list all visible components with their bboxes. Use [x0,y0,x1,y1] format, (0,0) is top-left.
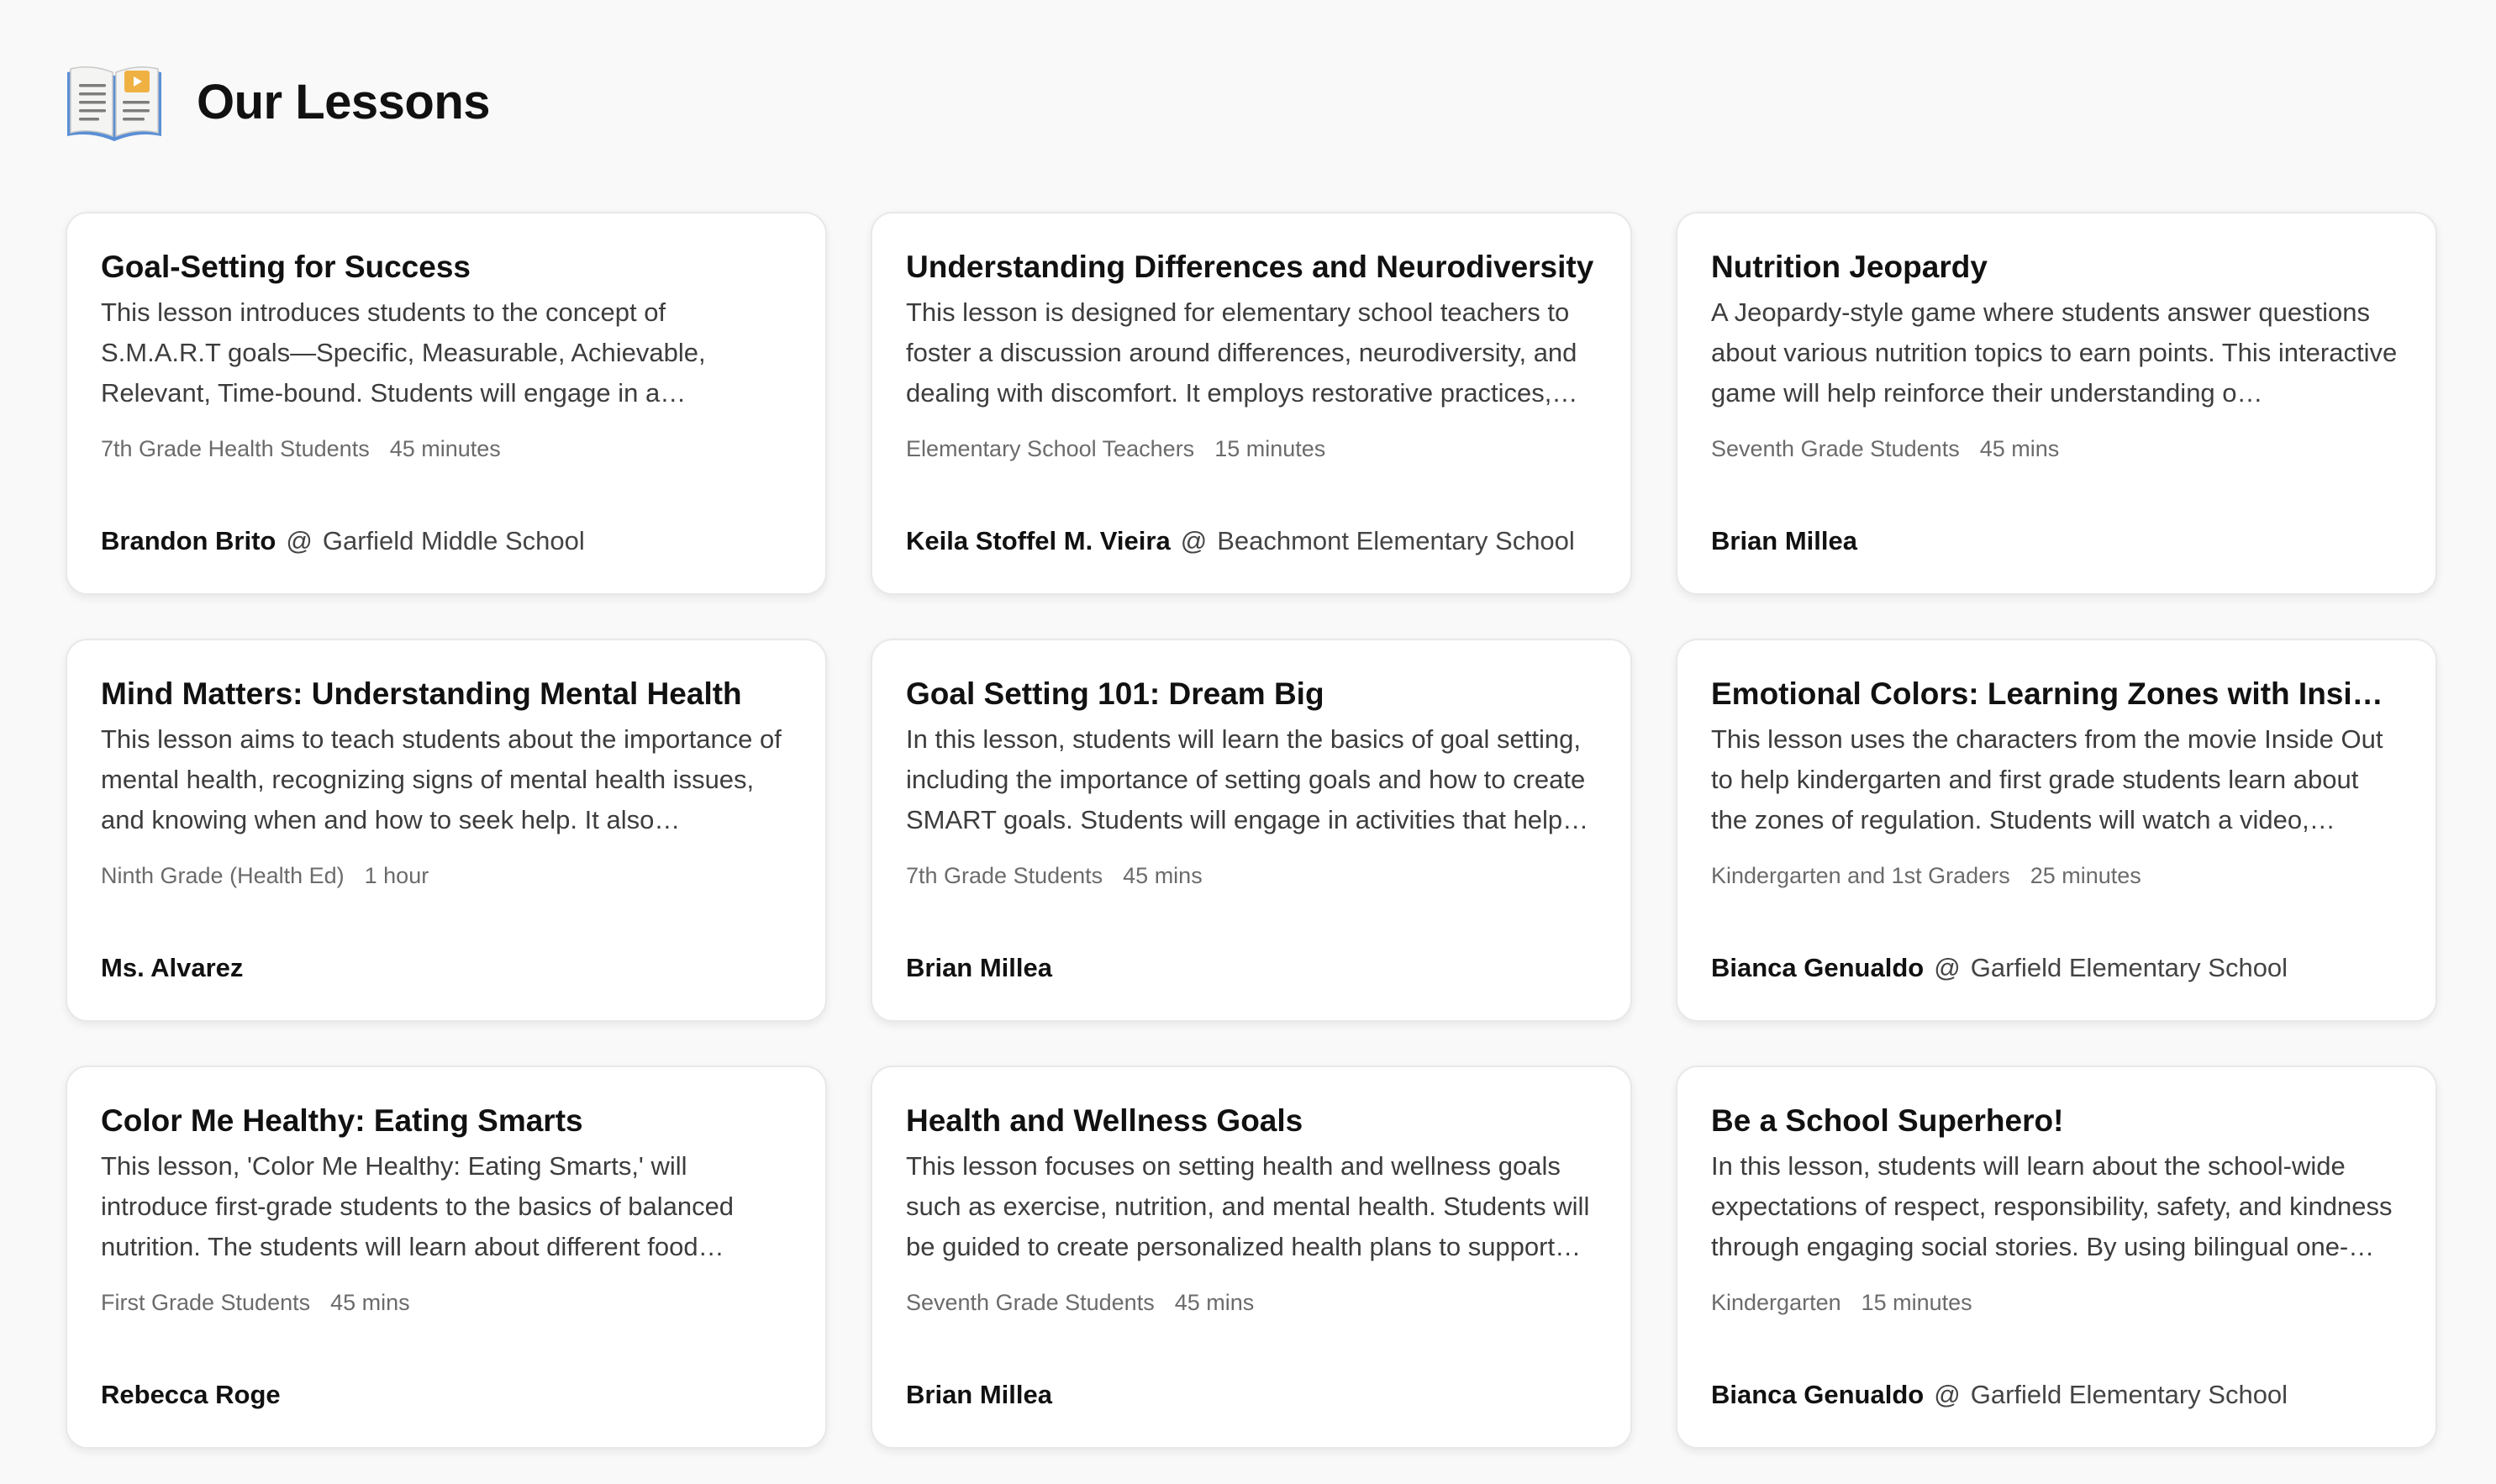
lesson-card[interactable]: Mind Matters: Understanding Mental Healt… [66,639,827,1022]
lesson-card[interactable]: Color Me Healthy: Eating Smarts This les… [66,1066,827,1449]
lesson-grid: Goal-Setting for Success This lesson int… [66,212,2437,1449]
lesson-meta: First Grade Students 45 mins [101,1286,792,1319]
lesson-card[interactable]: Understanding Differences and Neurodiver… [871,212,1632,595]
lesson-duration: 45 mins [330,1290,410,1315]
lesson-audience: First Grade Students [101,1290,311,1315]
page-title: Our Lessons [197,75,491,129]
lesson-card[interactable]: Be a School Superhero! In this lesson, s… [1676,1066,2437,1449]
author-name: Bianca Genualdo [1711,1380,1925,1409]
lesson-card[interactable]: Goal-Setting for Success This lesson int… [66,212,827,595]
lesson-meta: Elementary School Teachers 15 minutes [906,432,1597,466]
lesson-author: Brian Millea [1711,523,1857,560]
lesson-title[interactable]: Understanding Differences and Neurodiver… [906,244,1597,291]
lesson-audience: Seventh Grade Students [906,1290,1155,1315]
lesson-author: Ms. Alvarez [101,950,243,987]
lesson-audience: Kindergarten and 1st Graders [1711,863,2010,888]
at-sign: @ [1934,1380,1961,1409]
author-name: Rebecca Roge [101,1380,281,1409]
lesson-audience: Kindergarten [1711,1290,1841,1315]
lesson-title[interactable]: Mind Matters: Understanding Mental Healt… [101,671,792,718]
lesson-description: This lesson introduces students to the c… [101,297,706,408]
lesson-title[interactable]: Health and Wellness Goals [906,1097,1597,1145]
lesson-description: This lesson, 'Color Me Healthy: Eating S… [101,1151,735,1261]
lesson-meta: Seventh Grade Students 45 mins [1711,432,2402,466]
lesson-description: In this lesson, students will learn abou… [1711,1151,2393,1261]
author-name: Brian Millea [1711,526,1857,555]
lesson-audience: 7th Grade Health Students [101,436,370,461]
lesson-duration: 15 minutes [1214,436,1326,461]
author-name: Brian Millea [906,1380,1052,1409]
lesson-description: A Jeopardy-style game where students ans… [1711,297,2398,408]
lesson-audience: 7th Grade Students [906,863,1103,888]
lesson-audience: Seventh Grade Students [1711,436,1960,461]
lesson-description: This lesson focuses on setting health an… [906,1151,1590,1261]
lesson-meta: Seventh Grade Students 45 mins [906,1286,1597,1319]
lesson-card[interactable]: Goal Setting 101: Dream Big In this less… [871,639,1632,1022]
lesson-author: Keila Stoffel M. Vieira @ Beachmont Elem… [906,523,1575,560]
at-sign: @ [1934,953,1961,982]
lesson-duration: 45 minutes [389,436,501,461]
lesson-description: This lesson aims to teach students about… [101,724,782,834]
lesson-meta: Kindergarten and 1st Graders 25 minutes [1711,859,2402,892]
lesson-meta: Ninth Grade (Health Ed) 1 hour [101,859,792,892]
lesson-title[interactable]: Goal Setting 101: Dream Big [906,671,1597,718]
lesson-description: In this lesson, students will learn the … [906,724,1589,834]
lesson-card[interactable]: Health and Wellness Goals This lesson fo… [871,1066,1632,1449]
at-sign: @ [286,526,313,555]
lesson-title[interactable]: Goal-Setting for Success [101,244,792,291]
lesson-title[interactable]: Be a School Superhero! [1711,1097,2402,1145]
school-name: Garfield Elementary School [1970,953,2288,982]
author-name: Brandon Brito [101,526,276,555]
author-name: Bianca Genualdo [1711,953,1925,982]
school-name: Garfield Elementary School [1970,1380,2288,1409]
author-name: Keila Stoffel M. Vieira [906,526,1171,555]
lesson-duration: 25 minutes [2030,863,2141,888]
author-name: Ms. Alvarez [101,953,244,982]
lesson-audience: Ninth Grade (Health Ed) [101,863,345,888]
lessons-page: Our Lessons Goal-Setting for Success Thi… [0,0,2496,1484]
lesson-duration: 1 hour [364,863,429,888]
lesson-author: Brian Millea [906,1376,1052,1413]
lesson-audience: Elementary School Teachers [906,436,1195,461]
lesson-author: Bianca Genualdo @ Garfield Elementary Sc… [1711,1376,2288,1413]
lesson-title[interactable]: Emotional Colors: Learning Zones with In… [1711,671,2402,718]
lesson-card[interactable]: Emotional Colors: Learning Zones with In… [1676,639,2437,1022]
lesson-description: This lesson uses the characters from the… [1711,724,2383,834]
lesson-title[interactable]: Color Me Healthy: Eating Smarts [101,1097,792,1145]
lesson-author: Brian Millea [906,950,1052,987]
lesson-meta: Kindergarten 15 minutes [1711,1286,2402,1319]
page-header: Our Lessons [64,61,491,145]
lesson-meta: 7th Grade Health Students 45 minutes [101,432,792,466]
lesson-description: This lesson is designed for elementary s… [906,297,1578,408]
lesson-author: Brandon Brito @ Garfield Middle School [101,523,585,560]
lesson-author: Bianca Genualdo @ Garfield Elementary Sc… [1711,950,2288,987]
lesson-duration: 45 mins [1174,1290,1255,1315]
lesson-author: Rebecca Roge [101,1376,281,1413]
lesson-duration: 15 minutes [1861,1290,1972,1315]
lesson-meta: 7th Grade Students 45 mins [906,859,1597,892]
open-book-icon [67,66,161,141]
lesson-duration: 45 mins [1979,436,2060,461]
lesson-title[interactable]: Nutrition Jeopardy [1711,244,2402,291]
school-name: Beachmont Elementary School [1217,526,1575,555]
school-name: Garfield Middle School [322,526,585,555]
lesson-card[interactable]: Nutrition Jeopardy A Jeopardy-style game… [1676,212,2437,595]
lesson-duration: 45 mins [1123,863,1203,888]
author-name: Brian Millea [906,953,1052,982]
at-sign: @ [1180,526,1208,555]
